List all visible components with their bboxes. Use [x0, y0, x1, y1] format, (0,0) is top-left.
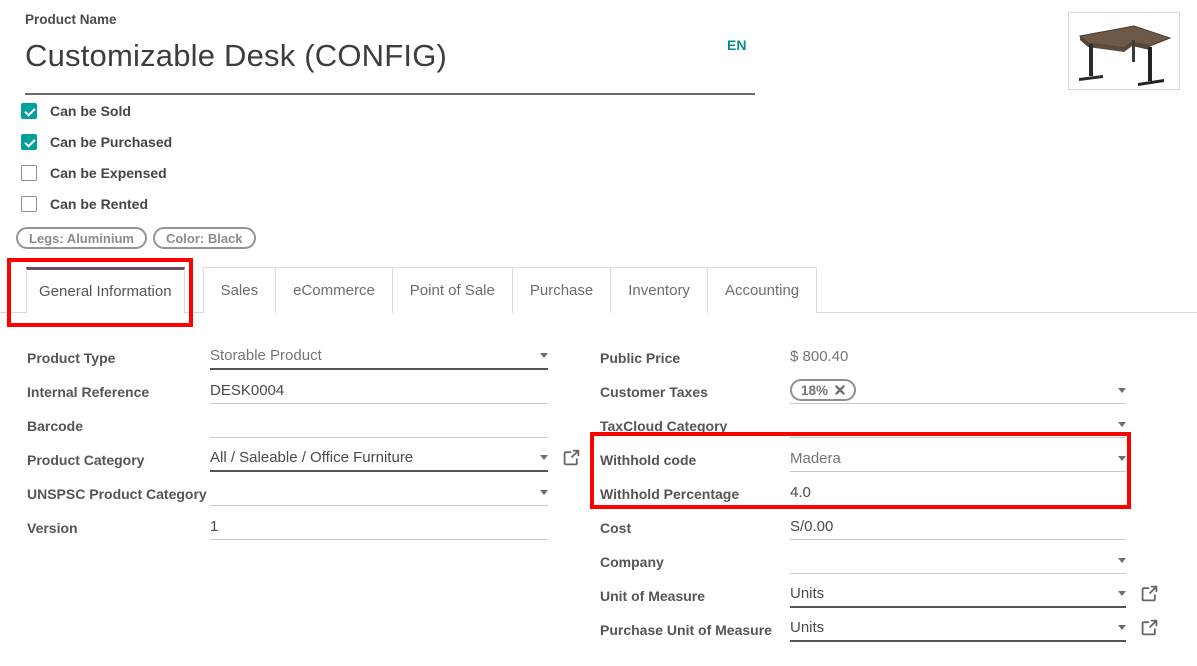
taxcloud-category-select[interactable]: [790, 411, 1126, 438]
tab-accounting[interactable]: Accounting: [707, 267, 817, 313]
field-purchase-unit-of-measure: Purchase Unit of Measure Units: [600, 615, 1126, 642]
version-input[interactable]: 1: [210, 513, 548, 540]
variant-tag-legs[interactable]: Legs: Aluminium: [16, 227, 147, 249]
external-link-icon[interactable]: [1141, 619, 1158, 636]
unspsc-category-select[interactable]: [210, 479, 548, 506]
field-version: Version 1: [27, 513, 548, 540]
company-select[interactable]: [790, 547, 1126, 574]
checkbox-unchecked-icon[interactable]: [21, 165, 37, 181]
checkbox-checked-icon[interactable]: [21, 103, 37, 119]
withhold-percentage-input[interactable]: 4.0: [790, 479, 1126, 506]
product-title-input[interactable]: Customizable Desk (CONFIG): [25, 38, 755, 74]
product-type-select[interactable]: Storable Product: [210, 343, 548, 370]
barcode-input[interactable]: [210, 411, 548, 438]
product-image[interactable]: [1068, 12, 1180, 90]
chevron-down-icon: [540, 353, 548, 358]
field-internal-reference: Internal Reference DESK0004: [27, 377, 548, 404]
tab-ecommerce[interactable]: eCommerce: [275, 267, 393, 313]
purchase-uom-select[interactable]: Units: [790, 615, 1126, 642]
chevron-down-icon: [540, 490, 548, 495]
field-withhold-code: Withhold code Madera: [600, 445, 1126, 472]
desk-image: [1072, 16, 1176, 86]
field-customer-taxes: Customer Taxes 18%: [600, 377, 1126, 404]
checkbox-can-be-purchased[interactable]: Can be Purchased: [21, 134, 172, 150]
field-taxcloud-category: TaxCloud Category: [600, 411, 1126, 438]
tab-general-information[interactable]: General Information: [26, 267, 185, 314]
variant-tags: Legs: Aluminium Color: Black: [16, 227, 262, 249]
title-underline: [25, 93, 755, 95]
product-name-label: Product Name: [25, 12, 755, 27]
external-link-icon[interactable]: [1141, 585, 1158, 602]
checkbox-can-be-sold[interactable]: Can be Sold: [21, 103, 172, 119]
chevron-down-icon: [1118, 388, 1126, 393]
chevron-down-icon: [1118, 591, 1126, 596]
field-product-type: Product Type Storable Product: [27, 343, 548, 370]
capability-checkboxes: Can be Sold Can be Purchased Can be Expe…: [21, 103, 172, 227]
checkbox-can-be-expensed[interactable]: Can be Expensed: [21, 165, 172, 181]
field-unspsc-category: UNSPSC Product Category: [27, 479, 548, 506]
withhold-code-select[interactable]: Madera: [790, 445, 1126, 472]
chevron-down-icon: [540, 455, 548, 460]
product-category-select[interactable]: All / Saleable / Office Furniture: [210, 445, 548, 472]
variant-tag-color[interactable]: Color: Black: [153, 227, 256, 249]
tax-tag-pill: 18%: [790, 379, 856, 401]
product-form-page: Product Name Customizable Desk (CONFIG) …: [0, 0, 1197, 666]
checkbox-can-be-rented[interactable]: Can be Rented: [21, 196, 172, 212]
header: Product Name Customizable Desk (CONFIG): [25, 12, 755, 74]
checkbox-unchecked-icon[interactable]: [21, 196, 37, 212]
internal-reference-input[interactable]: DESK0004: [210, 377, 548, 404]
tab-sales[interactable]: Sales: [203, 267, 277, 313]
notebook-tabs: General Information Sales eCommerce Poin…: [0, 267, 1197, 313]
fields-right-column: Public Price $ 800.40 Customer Taxes 18%…: [600, 343, 1126, 649]
field-company: Company: [600, 547, 1126, 574]
language-badge[interactable]: EN: [727, 37, 746, 53]
chevron-down-icon: [1118, 456, 1126, 461]
checkbox-checked-icon[interactable]: [21, 134, 37, 150]
field-barcode: Barcode: [27, 411, 548, 438]
field-cost: Cost S/0.00: [600, 513, 1126, 540]
fields-left-column: Product Type Storable Product Internal R…: [27, 343, 548, 547]
chevron-down-icon: [1118, 558, 1126, 563]
public-price-value: $ 800.40: [790, 343, 1126, 370]
tab-inventory[interactable]: Inventory: [610, 267, 708, 313]
field-public-price: Public Price $ 800.40: [600, 343, 1126, 370]
tab-purchase[interactable]: Purchase: [512, 267, 611, 313]
chevron-down-icon: [1118, 625, 1126, 630]
field-withhold-percentage: Withhold Percentage 4.0: [600, 479, 1126, 506]
customer-taxes-select[interactable]: 18%: [790, 377, 1126, 404]
tab-point-of-sale[interactable]: Point of Sale: [392, 267, 513, 313]
external-link-icon[interactable]: [563, 449, 580, 466]
remove-tax-icon[interactable]: [835, 385, 845, 395]
chevron-down-icon: [1118, 422, 1126, 427]
field-product-category: Product Category All / Saleable / Office…: [27, 445, 548, 472]
unit-of-measure-select[interactable]: Units: [790, 581, 1126, 608]
cost-input[interactable]: S/0.00: [790, 513, 1126, 540]
field-unit-of-measure: Unit of Measure Units: [600, 581, 1126, 608]
